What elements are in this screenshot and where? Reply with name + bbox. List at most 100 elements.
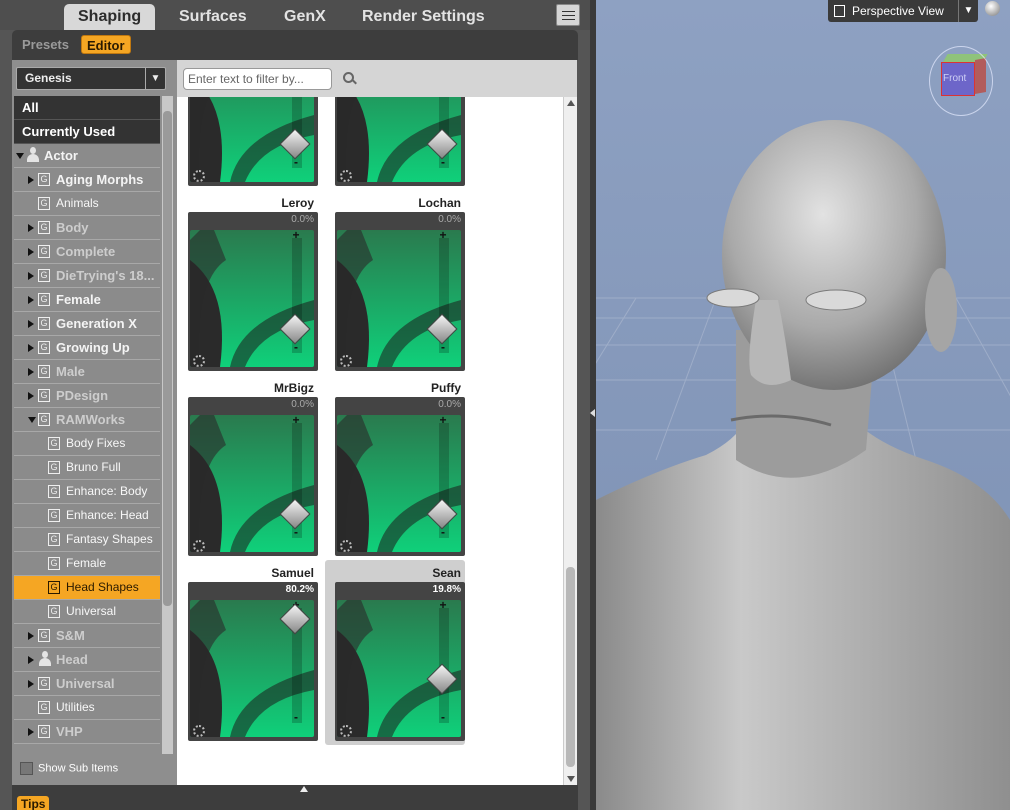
- expand-closed-icon[interactable]: [28, 680, 34, 688]
- expand-closed-icon[interactable]: [28, 248, 34, 256]
- figure-select[interactable]: Genesis ▼: [16, 67, 166, 90]
- morph-card[interactable]: Sean 19.8% + -: [325, 560, 465, 745]
- category-item[interactable]: Currently Used: [14, 120, 160, 144]
- slider-plus-icon[interactable]: +: [434, 413, 452, 427]
- scrollbar-thumb[interactable]: [566, 567, 575, 767]
- expand-closed-icon[interactable]: [28, 632, 34, 640]
- draw-style-icon[interactable]: [984, 0, 1006, 22]
- chevron-down-icon[interactable]: ▼: [958, 0, 978, 22]
- category-item[interactable]: G Male: [14, 360, 160, 384]
- expand-closed-icon[interactable]: [28, 224, 34, 232]
- category-item[interactable]: G Animals: [14, 192, 160, 216]
- expand-closed-icon[interactable]: [28, 296, 34, 304]
- category-item[interactable]: G Utilities: [14, 696, 160, 720]
- morph-card[interactable]: Leroy 0.0% + -: [178, 190, 318, 375]
- category-item[interactable]: G DieTrying's 18...: [14, 264, 160, 288]
- subtab-presets[interactable]: Presets: [17, 35, 74, 54]
- morph-slider-body[interactable]: 80.2%+-: [188, 582, 318, 741]
- expand-closed-icon[interactable]: [28, 272, 34, 280]
- slider-plus-icon[interactable]: +: [287, 228, 305, 242]
- expand-closed-icon[interactable]: [28, 320, 34, 328]
- slider-plus-icon[interactable]: +: [287, 413, 305, 427]
- category-item[interactable]: G Growing Up: [14, 336, 160, 360]
- category-item[interactable]: G Bruno Full: [14, 456, 160, 480]
- expand-open-icon[interactable]: [28, 417, 36, 423]
- view-cube[interactable]: Front: [929, 46, 993, 116]
- category-item[interactable]: All: [14, 96, 160, 120]
- category-item[interactable]: G Generation X: [14, 312, 160, 336]
- tab-genx[interactable]: GenX: [270, 4, 340, 30]
- morph-card[interactable]: Lochan 0.0% + -: [325, 190, 465, 375]
- filter-input[interactable]: [183, 68, 332, 90]
- category-item[interactable]: G Body Fixes: [14, 432, 160, 456]
- category-item[interactable]: G Universal: [14, 600, 160, 624]
- scroll-down-icon[interactable]: [567, 776, 575, 782]
- category-item[interactable]: G Enhance: Head: [14, 504, 160, 528]
- category-item[interactable]: G Female: [14, 552, 160, 576]
- slider-plus-icon[interactable]: +: [434, 598, 452, 612]
- tab-shaping[interactable]: Shaping: [64, 4, 156, 30]
- morph-slider-body[interactable]: 0.0% + -: [335, 212, 465, 371]
- viewport-3d[interactable]: Perspective View ▼ Front: [596, 0, 1010, 810]
- show-sub-items-checkbox[interactable]: Show Sub Items: [20, 762, 118, 775]
- search-icon[interactable]: [343, 72, 357, 86]
- category-item[interactable]: G Universal: [14, 672, 160, 696]
- expand-closed-icon[interactable]: [28, 368, 34, 376]
- morph-card[interactable]: Samuel 80.2%+-: [178, 560, 318, 745]
- collapse-arrow-icon[interactable]: [300, 786, 308, 792]
- expand-closed-icon[interactable]: [28, 728, 34, 736]
- cube-orbit-ring[interactable]: [929, 46, 993, 116]
- chevron-down-icon[interactable]: ▼: [145, 68, 165, 89]
- expand-closed-icon[interactable]: [28, 176, 34, 184]
- collapse-left-icon[interactable]: [590, 409, 595, 417]
- morph-card[interactable]: MrBigz 0.0% + -: [178, 375, 318, 560]
- category-item[interactable]: G Aging Morphs: [14, 168, 160, 192]
- morph-slider-body[interactable]: 0.0% + -: [188, 397, 318, 556]
- category-item[interactable]: G Head Shapes: [14, 576, 160, 600]
- morph-card[interactable]: Puffy 0.0% + -: [325, 375, 465, 560]
- slider-plus-icon[interactable]: +: [434, 228, 452, 242]
- morph-slider-body[interactable]: 0.0% + -: [188, 212, 318, 371]
- slider-minus-icon[interactable]: -: [287, 710, 305, 724]
- view-select[interactable]: Perspective View ▼: [828, 0, 978, 22]
- category-item[interactable]: G Body: [14, 216, 160, 240]
- category-item[interactable]: Head: [14, 648, 160, 672]
- morph-slider-body[interactable]: +-: [188, 97, 318, 186]
- category-item[interactable]: G Female: [14, 288, 160, 312]
- tab-render-settings[interactable]: Render Settings: [348, 4, 499, 30]
- gear-icon[interactable]: [340, 725, 352, 737]
- gear-icon[interactable]: [340, 355, 352, 367]
- morph-slider-body[interactable]: +-: [335, 97, 465, 186]
- morph-card[interactable]: +-: [178, 97, 318, 190]
- category-item[interactable]: G Complete: [14, 240, 160, 264]
- gear-icon[interactable]: [193, 725, 205, 737]
- morph-slider-body[interactable]: 19.8% + -: [335, 582, 465, 741]
- category-item[interactable]: G RAMWorks: [14, 408, 160, 432]
- category-item[interactable]: G S&M: [14, 624, 160, 648]
- expand-closed-icon[interactable]: [28, 656, 34, 664]
- gear-icon[interactable]: [193, 355, 205, 367]
- expand-closed-icon[interactable]: [28, 344, 34, 352]
- gear-icon[interactable]: [340, 540, 352, 552]
- category-item[interactable]: G Fantasy Shapes: [14, 528, 160, 552]
- category-item[interactable]: G Enhance: Body: [14, 480, 160, 504]
- tab-surfaces[interactable]: Surfaces: [165, 4, 261, 30]
- slider-minus-icon[interactable]: -: [434, 710, 452, 724]
- checkbox-box[interactable]: [20, 762, 33, 775]
- category-item[interactable]: G PDesign: [14, 384, 160, 408]
- pane-options-menu-icon[interactable]: [556, 4, 580, 26]
- gear-icon[interactable]: [340, 170, 352, 182]
- expand-open-icon[interactable]: [16, 153, 24, 159]
- tips-button[interactable]: Tips: [17, 796, 50, 810]
- morph-grid-scrollbar[interactable]: [563, 97, 577, 785]
- gear-icon[interactable]: [193, 540, 205, 552]
- category-item[interactable]: Actor: [14, 144, 160, 168]
- category-scrollbar[interactable]: [162, 96, 173, 754]
- subtab-editor[interactable]: Editor: [81, 35, 131, 54]
- morph-slider-body[interactable]: 0.0% + -: [335, 397, 465, 556]
- category-item[interactable]: G VHP: [14, 720, 160, 744]
- scroll-up-icon[interactable]: [567, 100, 575, 106]
- scrollbar-thumb[interactable]: [163, 111, 172, 606]
- morph-card[interactable]: +-: [325, 97, 465, 190]
- gear-icon[interactable]: [193, 170, 205, 182]
